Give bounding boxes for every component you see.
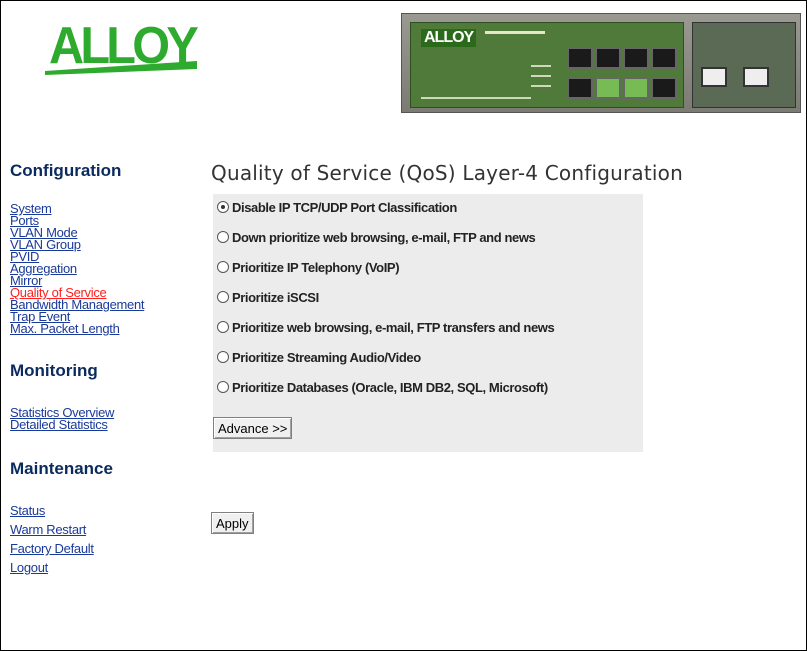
page-title: Quality of Service (QoS) Layer-4 Configu…	[211, 161, 683, 185]
qos-option[interactable]: Prioritize web browsing, e-mail, FTP tra…	[213, 314, 643, 340]
qos-option-label: Prioritize web browsing, e-mail, FTP tra…	[232, 319, 555, 335]
device-label-line	[421, 97, 531, 99]
sidebar-item-warm-restart[interactable]: Warm Restart	[10, 523, 200, 536]
sidebar-nav: Configuration System Ports VLAN Mode VLA…	[10, 161, 200, 574]
device-label-line	[531, 85, 551, 87]
maintenance-links: Status Warm Restart Factory Default Logo…	[10, 504, 200, 574]
apply-button[interactable]: Apply	[211, 512, 254, 534]
device-port	[567, 77, 593, 99]
device-caption-line	[485, 31, 545, 34]
qos-option-label: Prioritize IP Telephony (VoIP)	[232, 259, 400, 275]
radio-button[interactable]	[217, 321, 229, 333]
alloy-logo: ALLOY	[45, 15, 201, 75]
device-port	[651, 47, 677, 69]
sidebar-item-detailed-statistics[interactable]: Detailed Statistics	[10, 418, 200, 431]
advance-button[interactable]: Advance >>	[213, 417, 293, 439]
configuration-links: System Ports VLAN Mode VLAN Group PVID A…	[10, 202, 200, 335]
qos-option[interactable]: Disable IP TCP/UDP Port Classification	[213, 194, 643, 220]
qos-options-panel: Disable IP TCP/UDP Port Classification D…	[213, 194, 643, 452]
qos-option-label: Disable IP TCP/UDP Port Classification	[232, 199, 457, 215]
device-image: ALLOY	[401, 13, 801, 113]
device-port	[567, 47, 593, 69]
device-label-line	[531, 65, 551, 67]
qos-option[interactable]: Prioritize iSCSI	[213, 284, 643, 310]
device-front-panel: ALLOY	[410, 22, 684, 108]
device-port	[651, 77, 677, 99]
device-label-line	[531, 75, 551, 77]
device-logo: ALLOY	[421, 29, 477, 47]
qos-option[interactable]: Prioritize Streaming Audio/Video	[213, 344, 643, 370]
device-sfp-port	[743, 67, 769, 87]
qos-option[interactable]: Prioritize IP Telephony (VoIP)	[213, 254, 643, 280]
section-title-maintenance: Maintenance	[10, 459, 113, 478]
radio-button[interactable]	[217, 351, 229, 363]
radio-button[interactable]	[217, 381, 229, 393]
device-port	[595, 77, 621, 99]
radio-button[interactable]	[217, 261, 229, 273]
section-title-monitoring: Monitoring	[10, 361, 98, 380]
qos-option-label: Down prioritize web browsing, e-mail, FT…	[232, 229, 536, 245]
sidebar-item-status[interactable]: Status	[10, 504, 200, 517]
radio-button[interactable]	[217, 291, 229, 303]
qos-option-label: Prioritize iSCSI	[232, 289, 319, 305]
device-port	[595, 47, 621, 69]
radio-button[interactable]	[217, 231, 229, 243]
device-port	[623, 77, 649, 99]
qos-option-label: Prioritize Databases (Oracle, IBM DB2, S…	[232, 379, 548, 395]
device-port	[623, 47, 649, 69]
page-frame: ALLOY ALLOY Configuration System Ports V…	[0, 0, 807, 651]
qos-option[interactable]: Prioritize Databases (Oracle, IBM DB2, S…	[213, 374, 643, 400]
device-sfp-panel	[692, 22, 796, 108]
sidebar-item-logout[interactable]: Logout	[10, 561, 200, 574]
advance-row: Advance >>	[213, 404, 643, 452]
section-title-configuration: Configuration	[10, 161, 122, 180]
sidebar-item-factory-default[interactable]: Factory Default	[10, 542, 200, 555]
qos-option-label: Prioritize Streaming Audio/Video	[232, 349, 421, 365]
qos-option[interactable]: Down prioritize web browsing, e-mail, FT…	[213, 224, 643, 250]
monitoring-links: Statistics Overview Detailed Statistics	[10, 406, 200, 431]
device-sfp-port	[701, 67, 727, 87]
sidebar-item-max-packet-length[interactable]: Max. Packet Length	[10, 322, 200, 335]
radio-button-checked[interactable]	[217, 201, 229, 213]
